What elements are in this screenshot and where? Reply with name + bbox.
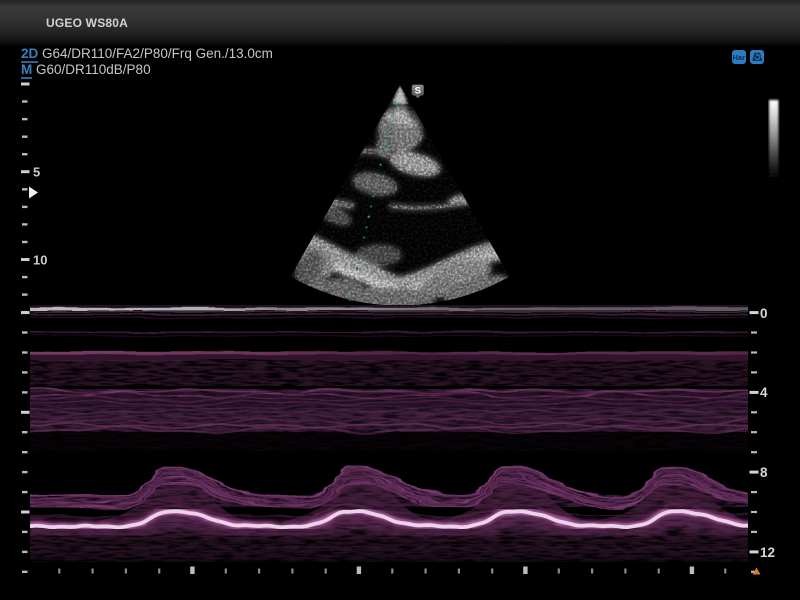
svg-text:4: 4 bbox=[760, 385, 768, 400]
svg-text:S: S bbox=[415, 85, 421, 96]
svg-text:8: 8 bbox=[760, 465, 768, 480]
svg-text:0: 0 bbox=[760, 306, 768, 321]
svg-text:5: 5 bbox=[33, 165, 40, 180]
svg-text:12: 12 bbox=[760, 545, 775, 560]
svg-text:10: 10 bbox=[33, 253, 47, 268]
